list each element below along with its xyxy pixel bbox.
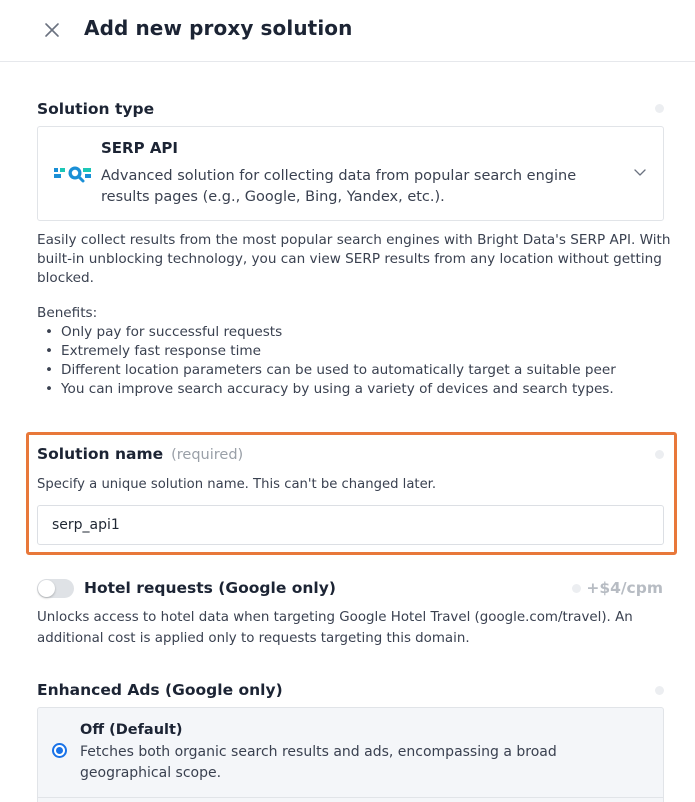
info-dot-icon — [572, 584, 581, 593]
benefits-list: Benefits: • Only pay for successful reque… — [37, 304, 672, 399]
required-tag: (required) — [171, 447, 244, 463]
divider — [38, 797, 663, 798]
page-title: Add new proxy solution — [84, 16, 353, 40]
solution-type-description: Advanced solution for collecting data fr… — [101, 168, 577, 205]
hotel-price: +$4/cpm — [586, 579, 663, 597]
solution-name-input[interactable] — [37, 505, 664, 545]
hotel-requests-toggle[interactable] — [37, 579, 74, 598]
serp-search-icon — [54, 166, 91, 183]
hotel-description: Unlocks access to hotel data when target… — [37, 610, 633, 646]
hotel-requests-label: Hotel requests (Google only) — [84, 579, 336, 597]
solution-type-label: Solution type — [37, 100, 155, 118]
enhanced-ads-option-off[interactable]: Off (Default) Fetches both organic searc… — [37, 707, 664, 802]
info-dot-icon — [655, 686, 664, 695]
solution-name-hint: Specify a unique solution name. This can… — [37, 477, 437, 492]
radio-dot — [56, 747, 63, 754]
solution-intro-text: Easily collect results from the most pop… — [37, 232, 671, 286]
dialog-header: Add new proxy solution — [0, 0, 695, 62]
list-item: • Only pay for successful requests — [44, 324, 283, 340]
benefits-heading: Benefits: — [37, 305, 98, 321]
list-item: • Extremely fast response time — [44, 343, 261, 359]
solution-type-name: SERP API — [101, 139, 178, 157]
close-icon — [45, 23, 59, 37]
chevron-down-icon — [634, 169, 646, 176]
info-dot-icon — [655, 450, 664, 459]
info-dot-icon — [655, 104, 664, 113]
solution-name-label: Solution name (required) — [37, 445, 244, 463]
close-button[interactable] — [40, 18, 64, 42]
radio-selected[interactable] — [52, 743, 67, 758]
option-description: Fetches both organic search results and … — [80, 744, 557, 781]
list-item: • You can improve search accuracy by usin… — [44, 381, 614, 397]
option-title: Off (Default) — [80, 722, 183, 738]
list-item: • Different location parameters can be us… — [44, 362, 616, 378]
solution-type-select[interactable]: SERP API Advanced solution for collectin… — [37, 126, 664, 221]
toggle-knob — [38, 580, 55, 597]
enhanced-ads-label: Enhanced Ads (Google only) — [37, 681, 283, 699]
